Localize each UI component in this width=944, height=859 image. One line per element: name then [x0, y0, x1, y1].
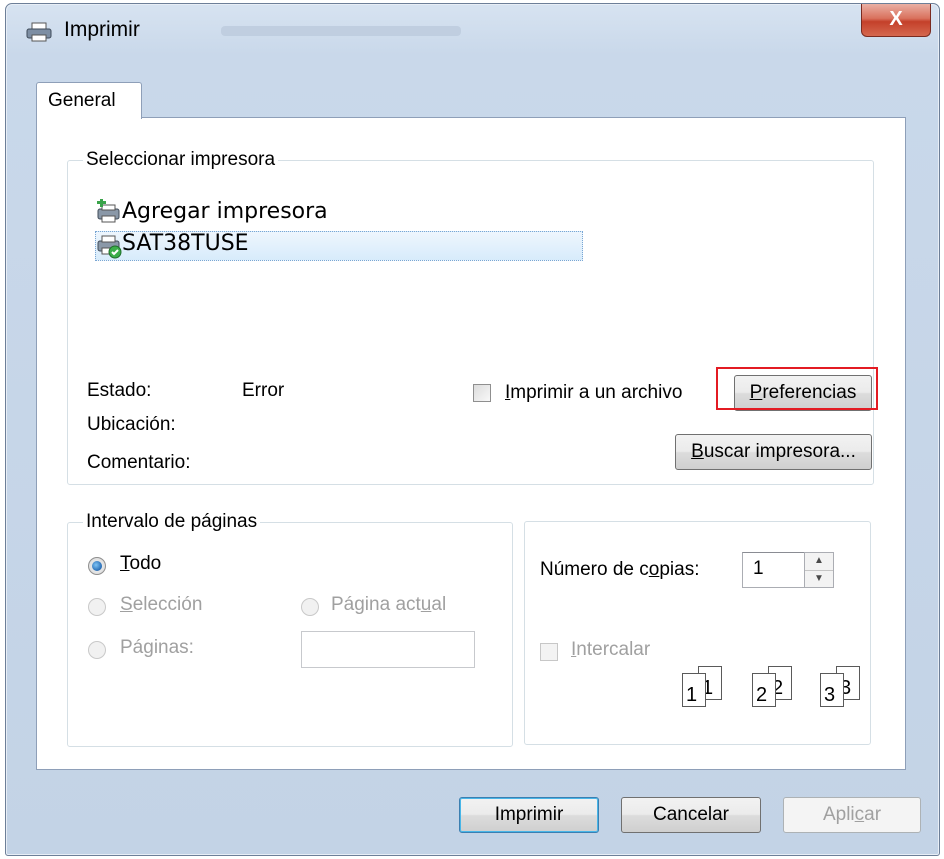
title-bar-blur — [221, 26, 461, 36]
copies-spinner[interactable]: ▲ ▼ — [804, 552, 834, 588]
pages-radio[interactable] — [88, 641, 106, 659]
print-to-file-label: Imprimir a un archivo — [505, 382, 683, 403]
current-page-radio[interactable] — [301, 598, 319, 616]
location-label: Ubicación: — [87, 414, 176, 435]
select-printer-legend: Seleccionar impresora — [86, 149, 276, 170]
collate-page-icon: 2 — [752, 673, 776, 707]
pages-input[interactable] — [301, 631, 475, 668]
add-printer-icon — [97, 199, 120, 223]
find-printer-button[interactable]: Buscar impresora... — [675, 434, 872, 470]
cancel-button[interactable]: Cancelar — [621, 797, 761, 833]
current-page-label: Página actual — [331, 594, 447, 615]
spin-up-icon[interactable]: ▲ — [805, 553, 833, 571]
spin-down-icon[interactable]: ▼ — [805, 571, 833, 588]
pages-label: Páginas: — [120, 637, 194, 658]
selection-radio[interactable] — [88, 598, 106, 616]
tab-general[interactable]: General — [36, 82, 142, 119]
selection-label: Selección — [120, 594, 203, 615]
copies-input[interactable]: 1 — [742, 552, 805, 588]
page-range-group: Intervalo de páginas — [67, 511, 513, 747]
status-value: Error — [242, 380, 285, 401]
tab-general-label: General — [48, 90, 116, 111]
all-pages-radio[interactable] — [88, 557, 106, 575]
title-bar[interactable]: Imprimir X — [6, 4, 939, 52]
collate-page-icon: 3 — [820, 673, 844, 707]
collate-checkbox[interactable] — [540, 643, 558, 661]
printer-item-label: SAT38TUSE — [122, 231, 249, 256]
printer-item-add[interactable]: Agregar impresora — [122, 199, 328, 224]
print-button[interactable]: Imprimir — [459, 797, 599, 833]
page-range-legend: Intervalo de páginas — [86, 511, 258, 532]
status-label: Estado: — [87, 380, 152, 401]
print-to-file-checkbox[interactable] — [473, 384, 491, 402]
preferences-annotation-box — [716, 367, 878, 410]
window-title: Imprimir — [64, 18, 140, 41]
copies-label: Número de copias: — [540, 559, 700, 580]
apply-button[interactable]: Aplicar — [783, 797, 921, 833]
close-button[interactable]: X — [861, 4, 931, 37]
printer-icon — [26, 22, 52, 42]
comment-label: Comentario: — [87, 452, 191, 473]
all-pages-label: Todo — [120, 553, 162, 574]
collate-page-icon: 1 — [682, 673, 706, 707]
printer-ready-icon — [97, 235, 122, 259]
collate-label: Intercalar — [571, 639, 651, 660]
